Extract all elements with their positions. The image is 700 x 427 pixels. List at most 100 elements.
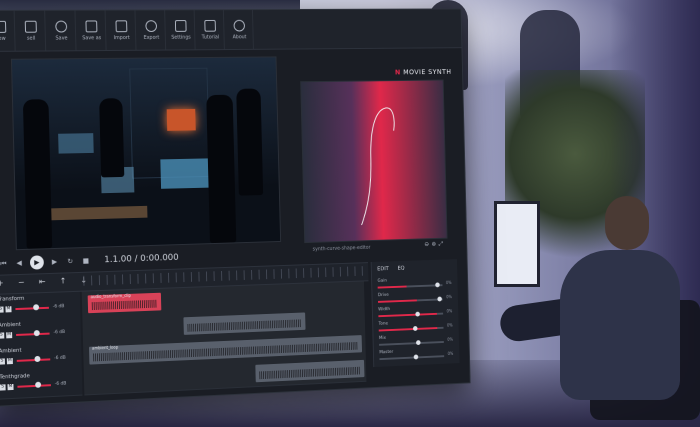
mute-button[interactable]: M [6,358,13,365]
app-logo: N MOVIE SYNTH [394,68,452,77]
person-head [605,196,649,250]
track-name: Tenthgrade [0,373,31,381]
audio-clip[interactable] [183,312,306,335]
mixer-label: Tone [378,321,389,327]
mute-button[interactable]: M [6,332,13,339]
solo-button[interactable]: S [0,306,4,313]
mixer-knob[interactable] [413,354,418,360]
fit-icon[interactable]: ⤢ [439,241,446,248]
loop-icon[interactable]: ↻ [65,256,75,266]
mixer-value: 0% [446,322,453,328]
silhouette [22,99,53,249]
mixer-knob[interactable] [416,340,421,346]
monitor-blue [58,133,94,154]
toolbar-button-export[interactable]: Export [137,10,167,50]
mixer-label: Master [379,349,394,356]
mixer-label: Mix [378,335,387,342]
track-db: -6 dB [53,329,66,336]
mixer-rows: Gain 0% Drive 0% Width 0% Tone 0% Mix 0% Master 0% [372,259,457,361]
solo-button[interactable]: S [0,384,6,391]
toolbar-label: Import [113,34,130,41]
mixer-fill [377,285,407,289]
toolbar-label: new [0,35,6,42]
video-preview[interactable] [10,56,282,251]
volume-slider[interactable] [15,306,49,311]
volume-knob[interactable] [34,355,41,363]
mixer-fill [378,327,438,332]
tab-eq[interactable]: EQ [397,266,404,272]
waveform [91,299,158,311]
toolbar-button-new[interactable]: new [0,10,16,51]
skip-back-icon[interactable]: ⏮ [0,258,8,268]
curve-tools[interactable]: ⊖⊕⤢ [424,241,446,249]
toolbar-button-import[interactable]: Import [107,10,137,51]
silhouette [99,98,125,178]
track-db: -6 dB [54,381,67,387]
waveform [259,366,361,380]
track-name: Transform [0,295,25,303]
track-header[interactable]: Tenthgrade S M -6 dB [0,368,83,400]
save-icon [55,20,68,33]
mixer-value: 0% [447,336,454,342]
mixer-knob[interactable] [437,296,443,302]
mixer-row[interactable]: Master 0% [379,347,456,364]
mixer-value: 0% [446,308,453,314]
mixer-knob[interactable] [415,311,421,317]
toolbar-button-save[interactable]: Save [47,10,77,51]
toolbar-button-tutorial[interactable]: Tutorial [196,10,225,50]
curve-svg [301,81,446,243]
volume-knob[interactable] [35,381,42,388]
toolbar: new sell Save Save as Import Export Settings Tu… [0,9,462,52]
track-name: Ambient [0,347,22,355]
waveform [187,319,302,332]
tab-edit[interactable]: EDIT [377,266,389,272]
mixer-knob[interactable] [412,326,418,331]
import-icon [115,19,128,32]
toolbar-button-sell[interactable]: sell [16,10,47,51]
toolbar-label: Settings [171,34,191,41]
mixer-track[interactable] [379,341,444,346]
gear-icon [174,19,187,32]
toolbar-button-about[interactable]: About [225,10,254,50]
info-icon [233,19,246,32]
clip-label: audio_transform_clip [90,292,131,300]
track-db: -6 dB [54,355,66,362]
mixer-knob[interactable] [435,282,440,288]
mixer-value: 0% [447,351,454,356]
silhouette [236,88,264,196]
toolbar-label: Tutorial [201,34,220,40]
monitor-main [160,158,209,189]
toolbar-label: Export [143,34,160,41]
toolbar-label: Save as [82,34,102,41]
volume-knob[interactable] [33,304,40,311]
tag-icon [24,20,37,33]
curve-line[interactable] [359,108,397,225]
mixer-label: Gain [377,278,387,284]
toolbar-label: Save [55,34,68,41]
mute-button[interactable]: M [7,383,14,391]
stop-icon[interactable]: ■ [81,256,91,266]
curve-editor[interactable] [300,79,448,244]
solo-button[interactable]: S [0,332,5,339]
toolbar-button-settings[interactable]: Settings [167,10,196,50]
volume-knob[interactable] [33,330,40,337]
audio-clip[interactable]: audio_transform_clip [87,292,162,314]
rewind-icon[interactable]: ◀ [14,258,24,268]
monitor [494,201,540,287]
mixer-fill [378,299,418,303]
new-file-icon [0,20,7,33]
mixer-track[interactable] [379,355,445,361]
solo-button[interactable]: S [0,358,5,365]
mute-button[interactable]: M [5,306,12,313]
monitor-orange [166,108,196,131]
toolbar-button-save-as[interactable]: Save as [77,10,107,51]
timecode: 1.1.00 / 0:00.000 [104,252,179,266]
forward-icon[interactable]: ▶ [50,257,60,267]
person-body [560,250,680,400]
save-as-icon [85,19,98,32]
audio-clip[interactable] [255,359,365,383]
mixer-label: Width [378,307,391,313]
mixer-value: 0% [445,280,452,286]
play-button[interactable]: ▶ [29,255,44,270]
mixer-value: 0% [446,294,452,300]
